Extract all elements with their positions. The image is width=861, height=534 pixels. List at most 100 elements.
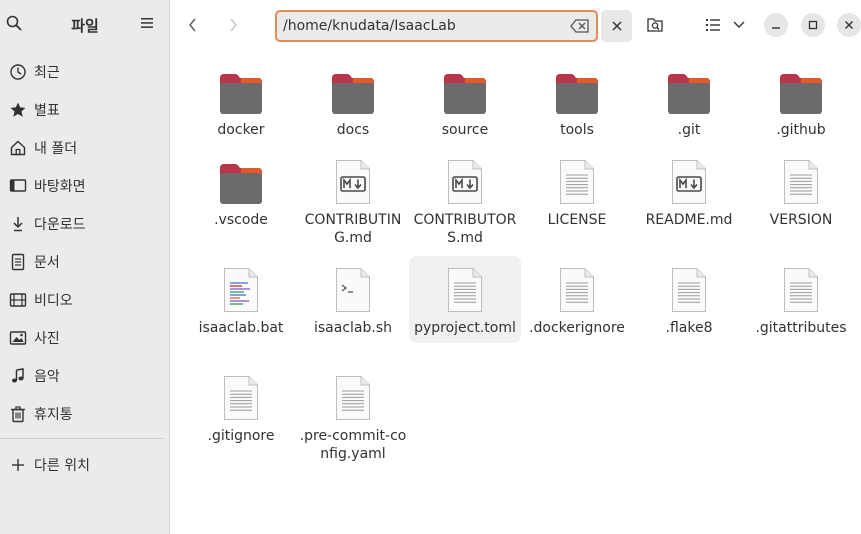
file-name: docs <box>336 122 370 138</box>
file-name: pyproject.toml <box>414 320 516 336</box>
file-name: docker <box>217 122 265 138</box>
sidebar-item-label: 최근 <box>34 65 60 81</box>
file-name: isaaclab.sh <box>313 320 392 336</box>
file-name: isaaclab.bat <box>198 320 284 336</box>
file-item[interactable]: CONTRIBUTING.md <box>297 154 409 247</box>
sidebar-item-download[interactable]: 다운로드 <box>0 205 170 243</box>
sidebar-item-document[interactable]: 문서 <box>0 243 170 281</box>
minimize-button[interactable] <box>764 13 788 37</box>
sidebar-item-video[interactable]: 비디오 <box>0 281 170 319</box>
video-icon <box>9 291 27 309</box>
sidebar-divider <box>0 438 164 439</box>
sidebar-other-locations: 다른 위치 <box>0 446 170 484</box>
file-item[interactable]: .gitignore <box>185 370 297 445</box>
search-files-button[interactable] <box>644 14 666 36</box>
desktop-icon <box>9 177 27 195</box>
folder-icon <box>745 64 857 116</box>
text-file-icon <box>185 370 297 422</box>
file-name: CONTRIBUTORS.md <box>413 212 517 246</box>
chevron-left-icon <box>189 18 196 32</box>
folder-icon <box>185 154 297 206</box>
file-item[interactable]: isaaclab.sh <box>297 262 409 337</box>
close-location-button[interactable] <box>601 10 632 42</box>
file-name: .gitattributes <box>755 320 847 336</box>
file-name: .vscode <box>214 212 268 228</box>
maximize-button[interactable] <box>801 13 825 37</box>
folder-item[interactable]: source <box>409 64 521 139</box>
search-folder-icon <box>647 18 663 32</box>
photo-icon <box>9 329 27 347</box>
header-bar <box>170 0 861 52</box>
folder-icon <box>297 64 409 116</box>
file-item[interactable]: CONTRIBUTORS.md <box>409 154 521 247</box>
download-icon <box>9 215 27 233</box>
text-file-icon <box>521 262 633 314</box>
folder-item[interactable]: docker <box>185 64 297 139</box>
sidebar-item-clock[interactable]: 최근 <box>0 53 170 91</box>
folder-icon <box>185 64 297 116</box>
view-list-button[interactable] <box>702 14 724 36</box>
sidebar-item-label: 내 폴더 <box>34 141 78 157</box>
chevron-down-icon <box>733 21 745 28</box>
folder-item[interactable]: .github <box>745 64 857 139</box>
file-name: .github <box>776 122 826 138</box>
text-file-icon <box>745 262 857 314</box>
script-file-icon <box>297 262 409 314</box>
forward-button[interactable] <box>220 12 246 38</box>
text-file-icon <box>521 154 633 206</box>
sidebar-item-photo[interactable]: 사진 <box>0 319 170 357</box>
location-bar[interactable] <box>275 10 598 42</box>
clear-text-icon[interactable] <box>570 18 590 34</box>
file-item[interactable]: .flake8 <box>633 262 745 337</box>
trash-icon <box>9 405 27 423</box>
sidebar-item-home[interactable]: 내 폴더 <box>0 129 170 167</box>
chevron-right-icon <box>230 18 237 32</box>
folder-item[interactable]: .vscode <box>185 154 297 229</box>
back-button[interactable] <box>180 12 206 38</box>
sidebar-item-label: 바탕화면 <box>34 179 86 195</box>
close-window-button[interactable] <box>837 13 861 37</box>
file-name: source <box>441 122 489 138</box>
sidebar-item-desktop[interactable]: 바탕화면 <box>0 167 170 205</box>
hamburger-menu-icon[interactable] <box>140 17 154 29</box>
file-item[interactable]: README.md <box>633 154 745 229</box>
folder-item[interactable]: .git <box>633 64 745 139</box>
file-item[interactable]: pyproject.toml <box>409 256 521 343</box>
file-name: .flake8 <box>665 320 713 336</box>
close-icon <box>611 21 622 31</box>
sidebar-item-label: 별표 <box>34 103 60 119</box>
sidebar-item-star[interactable]: 별표 <box>0 91 170 129</box>
markdown-file-icon <box>409 154 521 206</box>
file-name: .dockerignore <box>529 320 625 336</box>
text-file-icon <box>409 262 521 314</box>
file-name: tools <box>560 122 594 138</box>
folder-icon <box>409 64 521 116</box>
sidebar-item-label: 다른 위치 <box>34 458 90 474</box>
folder-item[interactable]: tools <box>521 64 633 139</box>
file-item[interactable]: isaaclab.bat <box>185 262 297 337</box>
file-grid: docker docs source tools .git .github .vscode C… <box>185 64 861 534</box>
sidebar-item-label: 사진 <box>34 331 60 347</box>
file-item[interactable]: .gitattributes <box>745 262 857 337</box>
sidebar-item-label: 문서 <box>34 255 60 271</box>
sidebar-places: 최근별표내 폴더바탕화면다운로드문서비디오사진음악휴지통 <box>0 53 170 433</box>
folder-item[interactable]: docs <box>297 64 409 139</box>
file-name: .pre-commit-config.yaml <box>299 428 407 462</box>
file-item[interactable]: VERSION <box>745 154 857 229</box>
sidebar-item-label: 휴지통 <box>34 407 73 423</box>
file-item[interactable]: .dockerignore <box>521 262 633 337</box>
view-options-dropdown[interactable] <box>730 14 748 36</box>
list-view-icon <box>706 19 720 31</box>
file-item[interactable]: LICENSE <box>521 154 633 229</box>
minimize-icon <box>772 27 780 29</box>
file-item[interactable]: .pre-commit-config.yaml <box>297 370 409 463</box>
file-name: .git <box>677 122 701 138</box>
file-name: VERSION <box>769 212 833 228</box>
sidebar-item-music[interactable]: 음악 <box>0 357 170 395</box>
clock-icon <box>9 63 27 81</box>
sidebar-item-trash[interactable]: 휴지통 <box>0 395 170 433</box>
path-input[interactable] <box>283 16 563 36</box>
sidebar-item-other-locations[interactable]: 다른 위치 <box>0 446 170 484</box>
document-icon <box>9 253 27 271</box>
code-file-icon <box>185 262 297 314</box>
